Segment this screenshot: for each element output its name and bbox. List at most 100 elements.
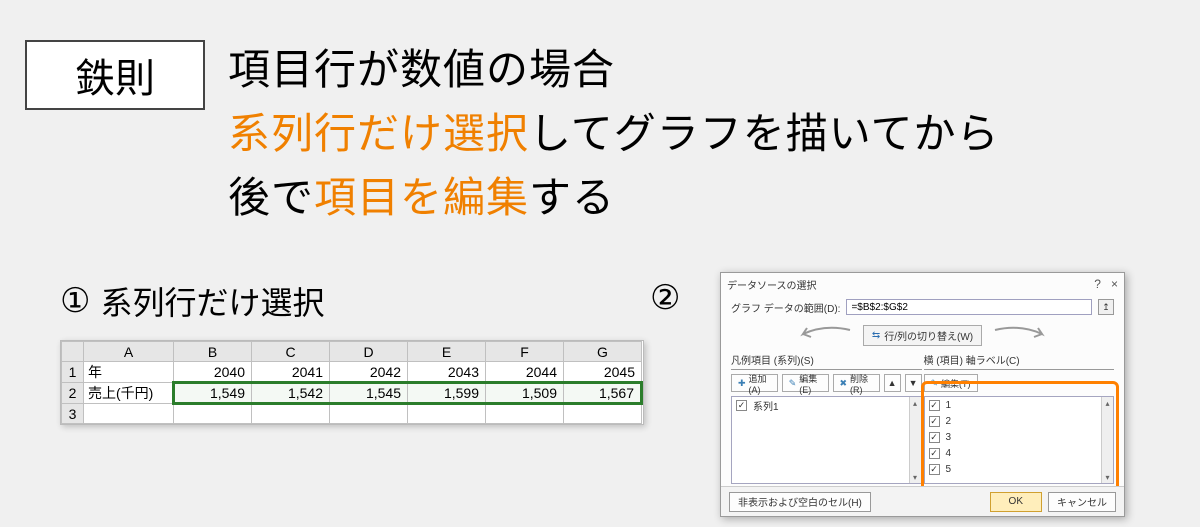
table-row: 3 (62, 404, 642, 424)
cell-b2: 1,549 (174, 383, 252, 404)
list-item[interactable]: ✓ 5 (925, 461, 1114, 477)
list-item[interactable]: ✓ 1 (925, 397, 1114, 413)
edit-label: 編集(E) (799, 372, 821, 395)
edit-axis-label: 編集(T) (941, 377, 971, 390)
cell-g1: 2045 (564, 362, 642, 383)
cell-a3 (84, 404, 174, 424)
dialog-bottom-bar: 非表示および空白のセル(H) OK キャンセル (721, 486, 1124, 516)
cell-b1: 2040 (174, 362, 252, 383)
scroll-down-icon[interactable]: ▾ (910, 471, 921, 483)
cancel-button[interactable]: キャンセル (1048, 492, 1116, 512)
rule-badge-text: 鉄則 (75, 46, 155, 104)
headline-line2-orange: 系列行だけ選択 (228, 110, 529, 157)
dialog-titlebar: データソースの選択 ? × (721, 273, 1124, 295)
edit-series-button[interactable]: ✎ 編集(E) (782, 374, 829, 392)
list-item[interactable]: ✓ 3 (925, 429, 1114, 445)
cell-e3 (408, 404, 486, 424)
col-header-e: E (408, 342, 486, 362)
series-item-label: 系列1 (753, 398, 779, 413)
table-row: 1 年 2040 2041 2042 2043 2044 2045 (62, 362, 642, 383)
scroll-up-icon[interactable]: ▴ (1102, 397, 1113, 409)
row-header-3: 3 (62, 404, 84, 424)
chevron-up-icon: ▲ (888, 378, 897, 388)
col-header-b: B (174, 342, 252, 362)
add-icon: ✚ (738, 378, 746, 389)
remove-label: 削除(R) (850, 372, 873, 395)
axis-labels-header: 横 (項目) 軸ラベル(C) (924, 350, 1115, 370)
range-input[interactable] (846, 299, 1092, 315)
dialog-columns: 凡例項目 (系列)(S) ✚ 追加(A) ✎ 編集(E) ✖ 削除(R) ▲ (721, 350, 1124, 490)
headline-line1: 項目行が数値の場合 (228, 38, 1000, 102)
close-button[interactable]: × (1111, 277, 1118, 291)
cell-a2: 売上(千円) (84, 383, 174, 404)
chart-data-range-row: グラフ データの範囲(D): ↥ (721, 295, 1124, 319)
col-header-c: C (252, 342, 330, 362)
checkbox[interactable]: ✓ (929, 448, 940, 459)
step2-label: ② (650, 278, 680, 318)
cell-e1: 2043 (408, 362, 486, 383)
cell-g2: 1,567 (564, 383, 642, 404)
cell-a1: 年 (84, 362, 174, 383)
legend-entries-list[interactable]: ✓ 系列1 ▴ ▾ (731, 396, 922, 484)
move-up-button[interactable]: ▲ (884, 374, 901, 392)
switch-label: 行/列の切り替え(W) (884, 328, 973, 343)
range-picker-button[interactable]: ↥ (1098, 299, 1114, 315)
step2-number: ② (650, 278, 680, 318)
step1-number: ① (60, 281, 90, 321)
move-down-button[interactable]: ▼ (905, 374, 922, 392)
checkbox[interactable]: ✓ (929, 400, 940, 411)
list-item[interactable]: ✓ 4 (925, 445, 1114, 461)
col-header-a: A (84, 342, 174, 362)
legend-entries-col: 凡例項目 (系列)(S) ✚ 追加(A) ✎ 編集(E) ✖ 削除(R) ▲ (731, 350, 922, 484)
hidden-empty-cells-button[interactable]: 非表示および空白のセル(H) (729, 492, 871, 512)
swap-arrow-left-icon (795, 326, 855, 346)
switch-row-column-button[interactable]: ⇆ 行/列の切り替え(W) (863, 325, 982, 346)
cell-b3 (174, 404, 252, 424)
edit-axis-labels-button[interactable]: ✎ 編集(T) (924, 374, 978, 392)
col-header-g: G (564, 342, 642, 362)
axis-item-label: 4 (946, 448, 952, 459)
remove-series-button[interactable]: ✖ 削除(R) (833, 374, 880, 392)
cell-f3 (486, 404, 564, 424)
cell-f2: 1,509 (486, 383, 564, 404)
add-label: 追加(A) (749, 372, 771, 395)
headline-text: 項目行が数値の場合 系列行だけ選択してグラフを描いてから 後で項目を編集する (228, 38, 1000, 229)
checkbox[interactable]: ✓ (929, 416, 940, 427)
cell-c3 (252, 404, 330, 424)
scrollbar[interactable]: ▴ ▾ (1101, 397, 1113, 483)
list-item[interactable]: ✓ 2 (925, 413, 1114, 429)
axis-labels-list[interactable]: ✓ 1 ✓ 2 ✓ 3 ✓ 4 ✓ 5 (924, 396, 1115, 484)
cell-g3 (564, 404, 642, 424)
range-label: グラフ データの範囲(D): (731, 300, 840, 315)
cancel-label: キャンセル (1057, 494, 1107, 509)
ok-button[interactable]: OK (990, 492, 1042, 512)
axis-item-label: 5 (946, 464, 952, 475)
spreadsheet-table: A B C D E F G 1 年 2040 2041 2042 2043 20… (61, 341, 643, 424)
col-header-d: D (330, 342, 408, 362)
scroll-up-icon[interactable]: ▴ (910, 397, 921, 409)
scroll-down-icon[interactable]: ▾ (1102, 471, 1113, 483)
cell-f1: 2044 (486, 362, 564, 383)
range-picker-icon: ↥ (1102, 302, 1110, 313)
add-series-button[interactable]: ✚ 追加(A) (731, 374, 778, 392)
rule-badge: 鉄則 (25, 40, 205, 110)
checkbox[interactable]: ✓ (929, 464, 940, 475)
swap-row: ⇆ 行/列の切り替え(W) (721, 319, 1124, 350)
swap-arrow-right-icon (990, 326, 1050, 346)
chevron-down-icon: ▼ (909, 378, 918, 388)
checkbox[interactable]: ✓ (736, 400, 747, 411)
headline-line3c: する (529, 174, 615, 221)
headline-line2: 系列行だけ選択してグラフを描いてから (228, 102, 1000, 166)
checkbox[interactable]: ✓ (929, 432, 940, 443)
axis-item-label: 1 (946, 400, 952, 411)
cell-d3 (330, 404, 408, 424)
headline-line3: 後で項目を編集する (228, 166, 1000, 230)
help-button[interactable]: ? (1094, 277, 1101, 291)
cell-d2: 1,545 (330, 383, 408, 404)
headline-line3-orange: 項目を編集 (314, 174, 529, 221)
list-item[interactable]: ✓ 系列1 (732, 397, 921, 413)
edit-icon: ✎ (931, 378, 939, 389)
row-header-1: 1 (62, 362, 84, 383)
scrollbar[interactable]: ▴ ▾ (909, 397, 921, 483)
headline-line3a: 後で (228, 174, 314, 221)
